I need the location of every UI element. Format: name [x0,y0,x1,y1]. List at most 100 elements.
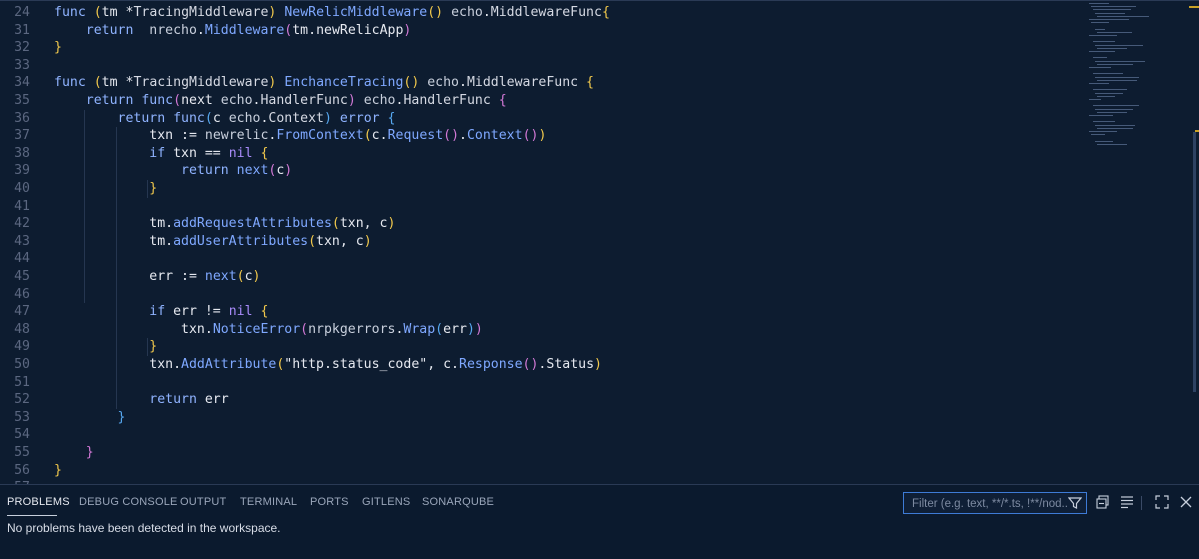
code-token: ) [538,128,547,144]
code-token: AddAttribute [181,357,277,372]
code-token: tm [292,22,309,38]
code-token: error [339,110,388,126]
code-token: echo [220,93,253,108]
minimap-line [1089,131,1117,132]
code-token: . [379,128,388,144]
code-token: ( [93,75,102,91]
code-editor[interactable]: 24 func (tm *TracingMiddleware) NewRelicM… [0,0,1199,484]
indent-guide [115,127,117,409]
code-token: NewRelicMiddleware [284,5,428,20]
minimap-line [1097,47,1127,49]
close-icon[interactable] [1178,494,1194,510]
vertical-scrollbar[interactable] [1185,0,1199,484]
code-token: return [54,93,142,108]
problems-filter[interactable] [903,492,1087,514]
active-tab-indicator [7,515,57,516]
code-token: } [54,40,62,56]
indent-guide [147,180,149,198]
code-token: == [204,145,229,161]
code-token: addUserAttributes [173,233,309,249]
code-token: . [459,75,467,91]
code-token: EnchanceTracing [284,75,404,91]
code-token: ( [435,321,444,337]
code-token: } [54,462,62,478]
code-token: Request [387,128,444,144]
minimap-line [1095,108,1133,110]
code-token: MiddlewareFunc [490,5,602,20]
code-text: } [54,444,94,462]
minimap-line [1089,19,1129,20]
code-token: ) [252,269,261,284]
code-token: HandlerFunc [403,93,499,108]
code-token: ( [308,233,317,249]
code-token: ( [93,5,102,20]
scrollbar-thumb[interactable] [1193,132,1196,392]
code-token: err [443,321,467,337]
code-token: } [54,409,126,425]
code-token: } [54,445,94,460]
minimap-line [1097,143,1127,145]
code-token: ) [466,321,475,337]
minimap-line [1095,44,1143,46]
code-text: err := next(c) [54,268,261,286]
code-token: . [165,233,174,249]
code-token: () [522,128,539,144]
filter-icon[interactable] [1068,496,1082,510]
minimap-line [1091,6,1136,8]
code-token: Context [466,128,523,144]
code-token: . [482,5,491,20]
code-token: Context [268,110,324,126]
code-token: ( [363,128,372,144]
code-token: () [403,75,428,91]
code-token: { [260,145,269,161]
tab-debug-console[interactable]: DEBUG CONSOLE [79,496,178,508]
line-number: 35 [14,93,30,108]
code-token: echo [427,75,459,91]
code-token: c [443,357,452,372]
code-token: echo [228,110,261,126]
code-token: newrelic [204,128,269,144]
code-text: } [54,39,62,57]
code-token: ) [268,75,285,91]
minimap-line [1095,140,1113,142]
line-number: 50 [14,357,30,372]
code-token: } [54,339,158,355]
line-number: 54 [14,427,30,443]
tab-ports[interactable]: PORTS [310,496,349,508]
problems-message: No problems have been detected in the wo… [7,521,281,535]
code-text: } [54,409,126,427]
collapse-all-icon[interactable] [1095,494,1111,510]
toolbar-separator [1141,496,1142,510]
tab-terminal[interactable]: TERMINAL [240,496,297,508]
code-token: ) [387,216,396,232]
tab-output[interactable]: OUTPUT [180,496,226,508]
code-token: := [181,128,205,144]
tab-problems[interactable]: PROBLEMS [7,496,70,508]
filter-input[interactable] [910,495,1070,513]
minimap-line [1089,35,1117,36]
line-number: 52 [14,392,30,408]
code-text: } [54,180,157,198]
tab-sonarqube[interactable]: SONARQUBE [422,496,494,508]
maximize-panel-icon[interactable] [1154,494,1170,510]
code-text: return next(c) [54,162,292,180]
code-token: { [498,93,507,108]
minimap[interactable] [1089,0,1159,160]
code-text: txn := newrelic.FromContext(c.Request().… [54,127,546,145]
code-token: ( [236,269,245,284]
code-token: ) [284,163,293,179]
indent-guide [83,109,85,304]
code-text: if txn == nil { [54,145,268,163]
code-text: return nrecho.Middleware(tm.newRelicApp) [54,22,412,40]
tab-gitlens[interactable]: GITLENS [362,496,410,508]
code-token: ) [347,93,364,108]
code-token: txn [54,357,174,372]
code-token: c [212,110,229,126]
minimap-line [1093,73,1123,75]
word-wrap-icon[interactable] [1119,494,1135,510]
minimap-line [1089,83,1109,84]
line-number: 39 [14,163,30,179]
code-token: func [173,110,205,126]
code-token: NoticeError [212,321,301,337]
line-number: 47 [14,304,30,320]
